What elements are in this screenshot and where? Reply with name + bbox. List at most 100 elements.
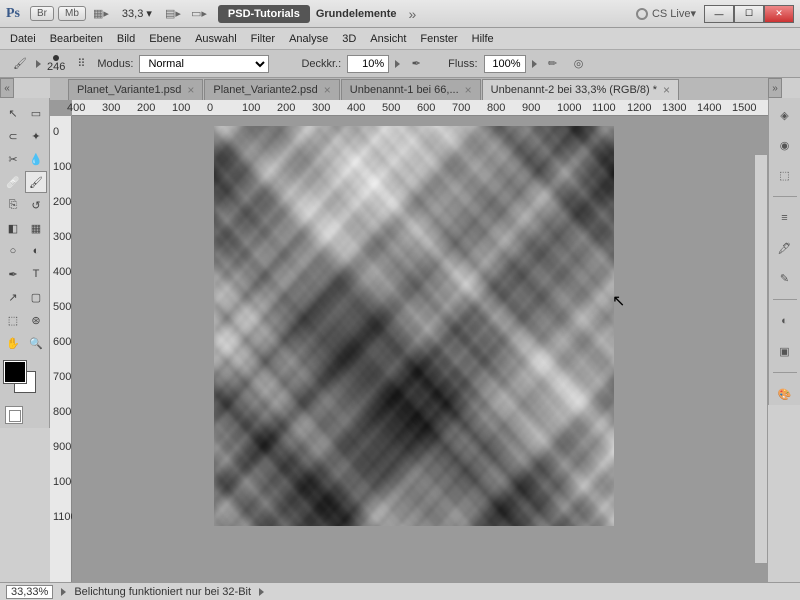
styles-icon[interactable]: 🖋 bbox=[774, 237, 796, 259]
modus-select[interactable]: Normal bbox=[139, 55, 269, 73]
tool-eyedrop[interactable]: 💧 bbox=[25, 148, 47, 170]
status-zoom[interactable]: 33,33% bbox=[6, 585, 53, 599]
nav-icon[interactable]: ◐ bbox=[774, 310, 796, 332]
tab-3[interactable]: Unbenannt-2 bei 33,3% (RGB/8) *× bbox=[482, 79, 679, 100]
fluss-input[interactable] bbox=[484, 55, 526, 73]
tab-1[interactable]: Planet_Variante2.psd× bbox=[204, 79, 339, 100]
fluss-tri[interactable] bbox=[532, 60, 537, 68]
tool-heal[interactable]: 🩹 bbox=[2, 171, 24, 193]
collapse-right[interactable]: » bbox=[768, 78, 782, 98]
workspace-grund[interactable]: Grundelemente bbox=[316, 8, 397, 20]
status-tri[interactable] bbox=[61, 588, 66, 596]
close-icon[interactable]: × bbox=[324, 83, 331, 97]
menu-datei[interactable]: Datei bbox=[10, 33, 36, 45]
tool-move[interactable]: ↖ bbox=[2, 102, 24, 124]
brush-size[interactable]: 246 bbox=[47, 55, 65, 73]
layers-icon[interactable]: ◈ bbox=[774, 104, 796, 126]
tool-gradient[interactable]: ▦ bbox=[25, 217, 47, 239]
br-button[interactable]: Br bbox=[30, 6, 54, 21]
tool-lasso[interactable]: ⊂ bbox=[2, 125, 24, 147]
status-tri2[interactable] bbox=[259, 588, 264, 596]
workspace-psd[interactable]: PSD-Tutorials bbox=[218, 5, 310, 23]
tool-3d[interactable]: ⬚ bbox=[2, 309, 24, 331]
menu-bild[interactable]: Bild bbox=[117, 33, 135, 45]
histo-icon[interactable]: ▣ bbox=[774, 340, 796, 362]
ruler-horizontal[interactable]: 4003002001000100200300400500600700800900… bbox=[72, 100, 768, 116]
close-icon[interactable]: × bbox=[663, 83, 670, 97]
deck-tri[interactable] bbox=[395, 60, 400, 68]
right-panel: ◈ ◉ ⬚ ≡ 🖋 ✎ ◐ ▣ 🎨 bbox=[768, 98, 800, 405]
canvas-area[interactable]: ↖ bbox=[72, 116, 768, 582]
tool-3dcam[interactable]: ⊛ bbox=[25, 309, 47, 331]
close-icon[interactable]: × bbox=[465, 83, 472, 97]
cs-live[interactable]: CS Live ▾ bbox=[636, 7, 696, 20]
tool-pen[interactable]: ✒ bbox=[2, 263, 24, 285]
cursor-icon: ↖ bbox=[612, 291, 625, 311]
screen-icon[interactable]: ▭▸ bbox=[188, 4, 210, 24]
tool-dodge[interactable]: ◐ bbox=[25, 240, 47, 262]
color-icon[interactable]: 🎨 bbox=[774, 383, 796, 405]
tool-marquee[interactable]: ▭ bbox=[25, 102, 47, 124]
fg-color[interactable] bbox=[4, 361, 26, 383]
document[interactable] bbox=[214, 126, 614, 526]
brush-panel-icon[interactable]: ⠿ bbox=[71, 54, 91, 74]
ps-logo: Ps bbox=[6, 6, 20, 22]
menu-analyse[interactable]: Analyse bbox=[289, 33, 328, 45]
menu-ebene[interactable]: Ebene bbox=[149, 33, 181, 45]
tool-hand[interactable]: ✋ bbox=[2, 332, 24, 354]
menu-3d[interactable]: 3D bbox=[342, 33, 356, 45]
menu-auswahl[interactable]: Auswahl bbox=[195, 33, 237, 45]
layout-icon[interactable]: ▤▸ bbox=[162, 4, 184, 24]
scrollbar-v[interactable] bbox=[754, 154, 768, 564]
status-bar: 33,33% Belichtung funktioniert nur bei 3… bbox=[0, 582, 800, 600]
document-area: Planet_Variante1.psd× Planet_Variante2.p… bbox=[50, 78, 768, 582]
status-msg: Belichtung funktioniert nur bei 32-Bit bbox=[74, 586, 251, 598]
tool-shape[interactable]: ▢ bbox=[25, 286, 47, 308]
mb-button[interactable]: Mb bbox=[58, 6, 86, 21]
collapse-left[interactable]: « bbox=[0, 78, 14, 98]
deck-input[interactable] bbox=[347, 55, 389, 73]
adjust-icon[interactable]: ≡ bbox=[774, 207, 796, 229]
menu-fenster[interactable]: Fenster bbox=[420, 33, 457, 45]
menu-filter[interactable]: Filter bbox=[251, 33, 275, 45]
tool-path[interactable]: ↗ bbox=[2, 286, 24, 308]
tool-blur[interactable]: ○ bbox=[2, 240, 24, 262]
menu-bearbeiten[interactable]: Bearbeiten bbox=[50, 33, 103, 45]
quickmask-button[interactable] bbox=[5, 406, 23, 424]
menu-hilfe[interactable]: Hilfe bbox=[472, 33, 494, 45]
tool-brush[interactable]: 🖌 bbox=[25, 171, 47, 193]
pressure-opacity-icon[interactable]: ✒ bbox=[406, 54, 426, 74]
deck-label: Deckkr.: bbox=[301, 58, 341, 70]
paths-icon[interactable]: ⬚ bbox=[774, 164, 796, 186]
minimize-button[interactable]: — bbox=[704, 5, 734, 23]
airbrush-icon[interactable]: ✏ bbox=[543, 54, 563, 74]
tab-2[interactable]: Unbenannt-1 bei 66,...× bbox=[341, 79, 481, 100]
maximize-button[interactable]: ☐ bbox=[734, 5, 764, 23]
options-bar: 🖌 246 ⠿ Modus: Normal Deckkr.: ✒ Fluss: … bbox=[0, 50, 800, 78]
tool-eraser[interactable]: ◧ bbox=[2, 217, 24, 239]
channels-icon[interactable]: ◉ bbox=[774, 134, 796, 156]
fluss-label: Fluss: bbox=[448, 58, 477, 70]
tool-type[interactable]: T bbox=[25, 263, 47, 285]
title-zoom[interactable]: 33,3 ▾ bbox=[122, 7, 152, 20]
ruler-vertical[interactable]: 010020030040050060070080090010001100 bbox=[50, 116, 72, 582]
brush-icon[interactable]: ✎ bbox=[774, 267, 796, 289]
chevron-more-icon[interactable]: » bbox=[409, 6, 417, 22]
titlebar: Ps Br Mb ▦▸ 33,3 ▾ ▤▸ ▭▸ PSD-Tutorials G… bbox=[0, 0, 800, 28]
tool-stamp[interactable]: ⎘ bbox=[2, 194, 24, 216]
menubar: Datei Bearbeiten Bild Ebene Auswahl Filt… bbox=[0, 28, 800, 50]
tool-history[interactable]: ↺ bbox=[25, 194, 47, 216]
brush-tool-icon[interactable]: 🖌 bbox=[10, 54, 30, 74]
brush-preset-tri[interactable] bbox=[36, 60, 41, 68]
tab-0[interactable]: Planet_Variante1.psd× bbox=[68, 79, 203, 100]
document-tabs: Planet_Variante1.psd× Planet_Variante2.p… bbox=[50, 78, 768, 100]
tool-wand[interactable]: ✦ bbox=[25, 125, 47, 147]
color-swatches[interactable] bbox=[2, 361, 42, 397]
tool-crop[interactable]: ✂ bbox=[2, 148, 24, 170]
menu-ansicht[interactable]: Ansicht bbox=[370, 33, 406, 45]
pressure-size-icon[interactable]: ◎ bbox=[569, 54, 589, 74]
close-icon[interactable]: × bbox=[187, 83, 194, 97]
film-icon[interactable]: ▦▸ bbox=[90, 4, 112, 24]
close-button[interactable]: ✕ bbox=[764, 5, 794, 23]
tool-zoom[interactable]: 🔍 bbox=[25, 332, 47, 354]
